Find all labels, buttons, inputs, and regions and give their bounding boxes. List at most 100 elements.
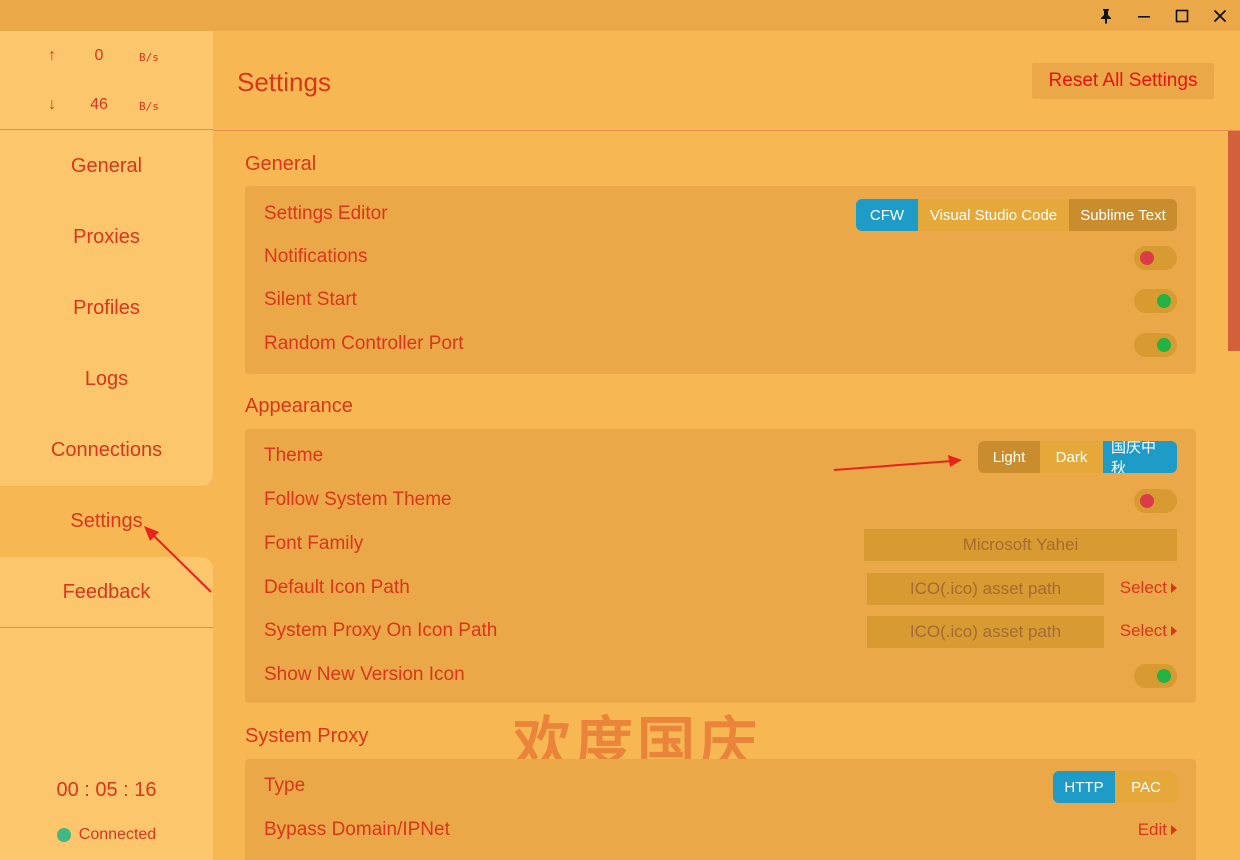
font-family-label: Font Family bbox=[264, 533, 364, 554]
show-new-version-icon-toggle[interactable] bbox=[1134, 664, 1177, 688]
festival-decoration: 欢度国庆 bbox=[513, 697, 933, 761]
row-proxy-type: Type HTTP PAC bbox=[245, 767, 1196, 807]
section-title-general: General bbox=[245, 153, 317, 175]
notifications-toggle[interactable] bbox=[1134, 246, 1177, 270]
toggle-knob bbox=[1157, 338, 1171, 352]
theme-option-dark[interactable]: Dark bbox=[1040, 441, 1103, 473]
upload-unit: B/s bbox=[139, 51, 159, 64]
edit-label: Edit bbox=[1137, 820, 1167, 839]
download-arrow-icon: ↓ bbox=[48, 96, 56, 113]
sidebar-item-proxies[interactable]: Proxies bbox=[0, 202, 213, 273]
default-icon-path-label: Default Icon Path bbox=[264, 577, 410, 598]
sidebar-item-feedback[interactable]: Feedback bbox=[0, 557, 213, 628]
silent-start-label: Silent Start bbox=[264, 289, 357, 310]
system-proxy-icon-select-button[interactable]: Select bbox=[1120, 621, 1177, 641]
bypass-edit-button[interactable]: Edit bbox=[1138, 820, 1177, 840]
section-title-system-proxy: System Proxy bbox=[245, 725, 369, 747]
system-proxy-icon-path-input[interactable] bbox=[867, 616, 1104, 648]
proxy-type-option-http[interactable]: HTTP bbox=[1053, 771, 1115, 803]
proxy-type-selector: HTTP PAC bbox=[1053, 771, 1177, 803]
random-controller-port-label: Random Controller Port bbox=[264, 333, 464, 354]
settings-editor-label: Settings Editor bbox=[264, 203, 388, 224]
row-show-new-version-icon: Show New Version Icon bbox=[245, 656, 1196, 696]
upload-arrow-icon: ↑ bbox=[48, 47, 56, 64]
page-header: Settings Reset All Settings bbox=[213, 31, 1240, 131]
notifications-label: Notifications bbox=[264, 246, 368, 267]
sidebar-item-settings[interactable]: Settings bbox=[0, 486, 213, 557]
follow-system-theme-label: Follow System Theme bbox=[264, 489, 452, 510]
caret-right-icon bbox=[1171, 583, 1177, 593]
random-controller-port-toggle[interactable] bbox=[1134, 333, 1177, 357]
title-bar bbox=[0, 0, 1240, 31]
select-label: Select bbox=[1119, 621, 1167, 640]
theme-option-national-day[interactable]: 国庆中秋 bbox=[1103, 441, 1177, 473]
general-card: Settings Editor CFW Visual Studio Code S… bbox=[245, 186, 1196, 374]
traffic-monitor: ↑ 0 B/s ↓ 46 B/s bbox=[0, 31, 213, 130]
toggle-knob bbox=[1140, 251, 1154, 265]
nav-wrap-connections: Connections bbox=[0, 415, 213, 486]
minimize-icon[interactable] bbox=[1132, 4, 1156, 28]
download-speed: ↓ 46 B/s bbox=[0, 96, 213, 116]
editor-option-sublime[interactable]: Sublime Text bbox=[1069, 199, 1177, 231]
download-unit: B/s bbox=[139, 100, 159, 113]
status-dot-icon bbox=[56, 828, 71, 842]
upload-speed: ↑ 0 B/s bbox=[0, 47, 213, 67]
theme-selector: Light Dark 国庆中秋 bbox=[978, 441, 1177, 473]
follow-system-theme-toggle[interactable] bbox=[1134, 489, 1177, 513]
uptime-timer: 00 : 05 : 16 bbox=[56, 779, 157, 801]
theme-option-light[interactable]: Light bbox=[978, 441, 1040, 473]
default-icon-select-button[interactable]: Select bbox=[1120, 578, 1177, 598]
row-system-proxy-icon-path: System Proxy On Icon Path Select bbox=[245, 612, 1196, 652]
row-theme: Theme Light Dark 国庆中秋 bbox=[245, 437, 1196, 477]
appearance-card: Theme Light Dark 国庆中秋 Follow System Them… bbox=[245, 429, 1196, 703]
toggle-knob bbox=[1157, 294, 1171, 308]
row-random-controller-port: Random Controller Port bbox=[245, 325, 1196, 365]
caret-right-icon bbox=[1171, 626, 1177, 636]
silent-start-toggle[interactable] bbox=[1134, 289, 1177, 313]
toggle-knob bbox=[1157, 669, 1171, 683]
sidebar: ↑ 0 B/s ↓ 46 B/s General Proxies Profile… bbox=[0, 31, 213, 860]
editor-option-vscode[interactable]: Visual Studio Code bbox=[918, 199, 1069, 231]
row-follow-system-theme: Follow System Theme bbox=[245, 481, 1196, 521]
proxy-type-label: Type bbox=[264, 775, 306, 796]
bypass-label: Bypass Domain/IPNet bbox=[264, 819, 450, 840]
row-notifications: Notifications bbox=[245, 238, 1196, 278]
settings-content: General Settings Editor CFW Visual Studi… bbox=[213, 131, 1240, 860]
pin-icon[interactable] bbox=[1094, 4, 1118, 28]
sidebar-item-general[interactable]: General bbox=[0, 131, 213, 202]
sidebar-item-logs[interactable]: Logs bbox=[0, 344, 213, 415]
row-silent-start: Silent Start bbox=[245, 281, 1196, 321]
status-label: Connected bbox=[78, 826, 157, 843]
scrollbar-thumb[interactable] bbox=[1228, 131, 1240, 351]
row-bypass: Bypass Domain/IPNet Edit bbox=[245, 811, 1196, 851]
caret-right-icon bbox=[1171, 825, 1177, 835]
sidebar-item-connections[interactable]: Connections bbox=[0, 415, 213, 486]
connection-status: Connected bbox=[0, 826, 213, 844]
select-label: Select bbox=[1119, 578, 1167, 597]
upload-value: 0 bbox=[94, 47, 104, 64]
close-icon[interactable] bbox=[1208, 4, 1232, 28]
theme-label: Theme bbox=[264, 445, 324, 466]
festival-text: 欢度国庆 bbox=[513, 710, 762, 761]
toggle-knob bbox=[1140, 494, 1154, 508]
default-icon-path-input[interactable] bbox=[867, 573, 1104, 605]
font-family-input[interactable] bbox=[864, 529, 1177, 561]
sidebar-nav: General Proxies Profiles Logs Connection… bbox=[0, 131, 213, 628]
page-title: Settings bbox=[237, 67, 331, 97]
system-proxy-icon-path-label: System Proxy On Icon Path bbox=[264, 620, 498, 641]
download-value: 46 bbox=[90, 96, 108, 113]
system-proxy-card: Type HTTP PAC Bypass Domain/IPNet Edit bbox=[245, 759, 1196, 860]
maximize-icon[interactable] bbox=[1170, 4, 1194, 28]
settings-editor-selector: CFW Visual Studio Code Sublime Text bbox=[856, 199, 1177, 231]
window-controls bbox=[1094, 4, 1232, 28]
proxy-type-option-pac[interactable]: PAC bbox=[1115, 771, 1177, 803]
section-title-appearance: Appearance bbox=[245, 395, 353, 417]
reset-all-settings-button[interactable]: Reset All Settings bbox=[1032, 63, 1214, 99]
row-default-icon-path: Default Icon Path Select bbox=[245, 569, 1196, 609]
nav-wrap-feedback: Feedback bbox=[0, 557, 213, 628]
row-settings-editor: Settings Editor CFW Visual Studio Code S… bbox=[245, 195, 1196, 235]
editor-option-cfw[interactable]: CFW bbox=[856, 199, 918, 231]
sidebar-item-profiles[interactable]: Profiles bbox=[0, 273, 213, 344]
show-new-version-icon-label: Show New Version Icon bbox=[264, 664, 465, 685]
row-font-family: Font Family bbox=[245, 525, 1196, 565]
